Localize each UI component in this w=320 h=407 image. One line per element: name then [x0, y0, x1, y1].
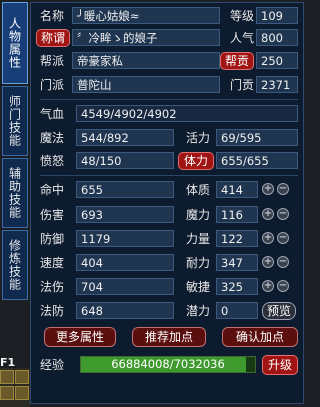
- sect-contribution-label: 门贡: [230, 78, 255, 92]
- stat-value: 404: [76, 254, 174, 271]
- stat-value: 704: [76, 278, 174, 295]
- vitality-label: 活力: [186, 131, 211, 145]
- attribute-value: 347: [216, 254, 258, 271]
- plus-icon[interactable]: +: [262, 280, 274, 292]
- title-value: 〞冷眸ゝ的娘子: [72, 29, 220, 46]
- sect-contribution-value: 2371: [256, 76, 298, 93]
- tab-character-attributes[interactable]: 人物属性: [2, 2, 28, 84]
- gang-contribution-button[interactable]: 帮贡: [220, 52, 254, 70]
- title-button[interactable]: 称谓: [36, 29, 70, 47]
- experience-label: 经验: [40, 358, 65, 372]
- stat-label: 伤害: [40, 208, 65, 222]
- mp-label: 魔法: [40, 131, 65, 145]
- potential-label: 潜力: [186, 304, 211, 318]
- minus-icon[interactable]: −: [277, 208, 289, 220]
- gang-value: 帝豪家私: [72, 52, 220, 69]
- upgrade-button[interactable]: 升级: [262, 355, 298, 375]
- divider: [40, 175, 298, 176]
- attribute-label: 力量: [186, 232, 211, 246]
- gang-label: 帮派: [40, 54, 65, 68]
- tab-cultivation-skills[interactable]: 修炼技能: [2, 230, 28, 300]
- tab-auxiliary-skills[interactable]: 辅助技能: [2, 158, 28, 228]
- attribute-label: 魔力: [186, 208, 211, 222]
- experience-value: 66884008/7032036: [111, 357, 225, 371]
- minus-icon[interactable]: −: [277, 256, 289, 268]
- quickbar: [0, 368, 30, 407]
- stat-label: 速度: [40, 256, 65, 270]
- mp-value: 544/892: [76, 129, 174, 146]
- stat-value: 1179: [76, 230, 174, 247]
- confirm-points-button[interactable]: 确认加点: [222, 327, 298, 347]
- vitality-value: 69/595: [216, 129, 298, 146]
- sect-value: 普陀山: [72, 76, 220, 93]
- recommend-points-button[interactable]: 推荐加点: [132, 327, 206, 347]
- quick-slot[interactable]: [0, 386, 14, 400]
- minus-icon[interactable]: −: [277, 232, 289, 244]
- popularity-value: 800: [256, 29, 298, 46]
- popularity-label: 人气: [230, 31, 255, 45]
- divider: [40, 99, 298, 100]
- experience-bar: 66884008/7032036: [80, 356, 256, 373]
- hp-label: 气血: [40, 107, 65, 121]
- attribute-label: 体质: [186, 183, 211, 197]
- attribute-label: 耐力: [186, 256, 211, 270]
- stat-value: 693: [76, 206, 174, 223]
- attribute-value: 325: [216, 278, 258, 295]
- attribute-value: 122: [216, 230, 258, 247]
- potential-value: 0: [216, 302, 258, 319]
- level-value: 109: [256, 7, 298, 24]
- stat-label: 防御: [40, 232, 65, 246]
- quick-slot[interactable]: [0, 370, 14, 384]
- rage-value: 48/150: [76, 152, 174, 169]
- quick-slot[interactable]: [15, 370, 29, 384]
- plus-icon[interactable]: +: [262, 256, 274, 268]
- name-value: ╯暖心姑娘≈: [72, 7, 220, 24]
- stat-value: 648: [76, 302, 174, 319]
- stat-value: 655: [76, 181, 174, 198]
- gang-contribution-value: 250: [256, 52, 298, 69]
- sect-label: 门派: [40, 78, 65, 92]
- plus-icon[interactable]: +: [262, 208, 274, 220]
- hp-value: 4549/4902/4902: [76, 105, 298, 122]
- plus-icon[interactable]: +: [262, 232, 274, 244]
- stamina-button[interactable]: 体力: [178, 152, 214, 170]
- stamina-value: 655/655: [216, 152, 298, 169]
- rage-label: 愤怒: [40, 154, 65, 168]
- attribute-label: 敏捷: [186, 280, 211, 294]
- attribute-value: 116: [216, 206, 258, 223]
- stat-label: 法伤: [40, 280, 65, 294]
- preview-button[interactable]: 预览: [262, 302, 296, 320]
- name-label: 名称: [40, 9, 65, 23]
- more-attributes-button[interactable]: 更多属性: [44, 327, 116, 347]
- attribute-value: 414: [216, 181, 258, 198]
- minus-icon[interactable]: −: [277, 183, 289, 195]
- minus-icon[interactable]: −: [277, 280, 289, 292]
- tab-sect-skills[interactable]: 师门技能: [2, 86, 28, 156]
- quick-slot[interactable]: [15, 386, 29, 400]
- plus-icon[interactable]: +: [262, 183, 274, 195]
- stat-label: 命中: [40, 183, 65, 197]
- stat-label: 法防: [40, 304, 65, 318]
- level-label: 等级: [230, 9, 255, 23]
